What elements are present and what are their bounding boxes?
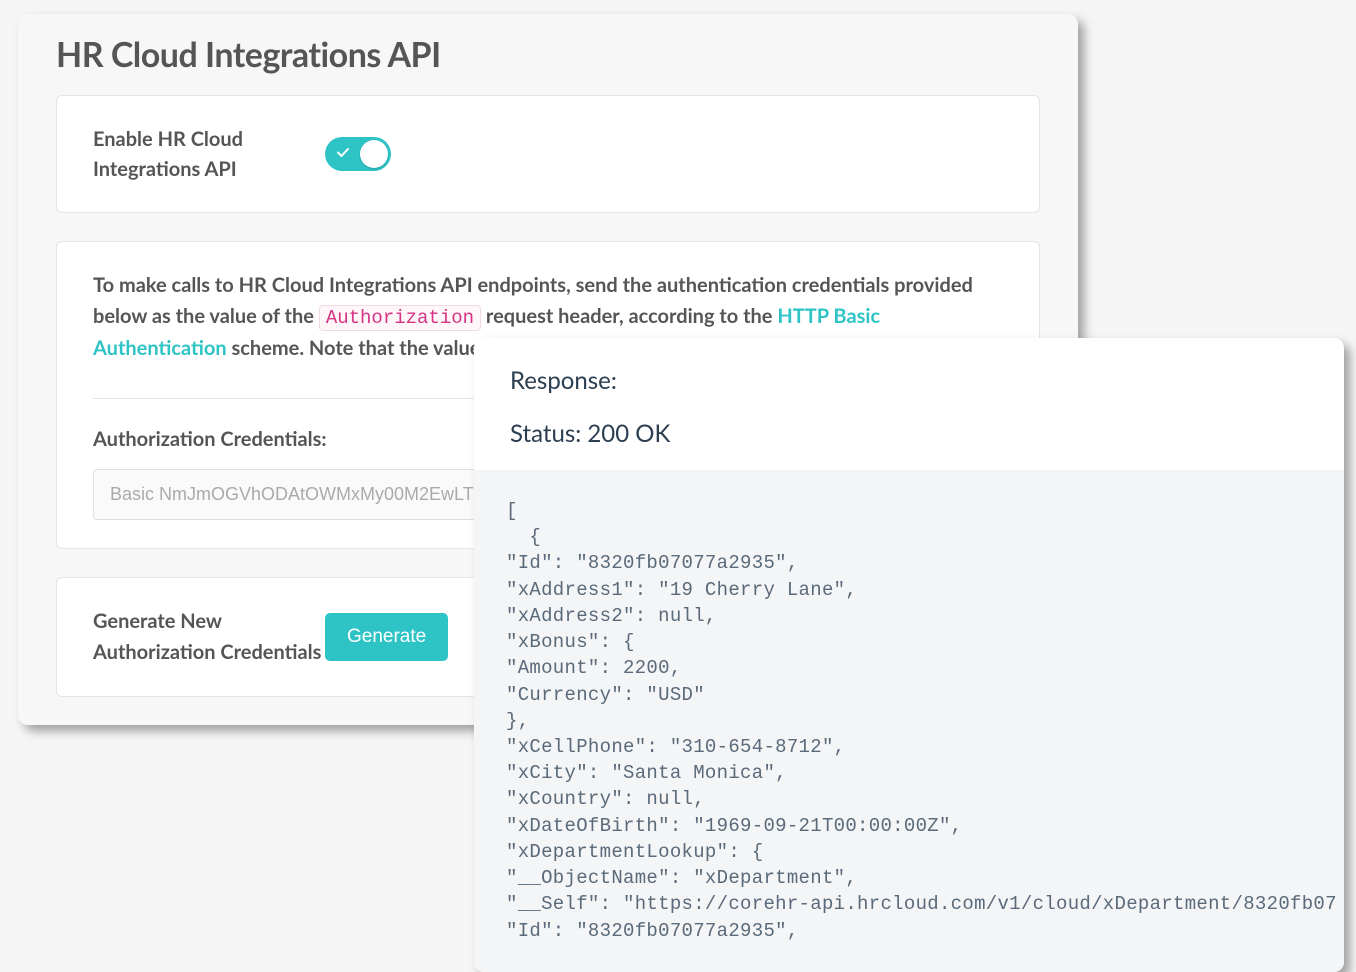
status-title: Status: 200 OK	[510, 419, 1308, 448]
response-panel: Response: Status: 200 OK [ { "Id": "8320…	[474, 338, 1344, 972]
authorization-code-inline: Authorization	[319, 305, 481, 331]
generate-button[interactable]: Generate	[325, 613, 448, 661]
page-title: HR Cloud Integrations API	[56, 34, 1040, 75]
enable-card: Enable HR Cloud Integrations API	[56, 95, 1040, 213]
enable-toggle-row: Enable HR Cloud Integrations API	[93, 124, 1003, 184]
enable-label: Enable HR Cloud Integrations API	[93, 124, 325, 184]
response-body: [ { "Id": "8320fb07077a2935", "xAddress1…	[474, 470, 1344, 972]
enable-toggle[interactable]	[325, 137, 391, 171]
response-header: Response: Status: 200 OK	[474, 338, 1344, 470]
generate-label: Generate New Authorization Credentials	[93, 606, 325, 668]
info-text-mid: request header, according to the	[481, 304, 777, 328]
check-icon	[336, 146, 350, 163]
toggle-knob	[360, 140, 388, 168]
response-title: Response:	[510, 366, 1308, 395]
